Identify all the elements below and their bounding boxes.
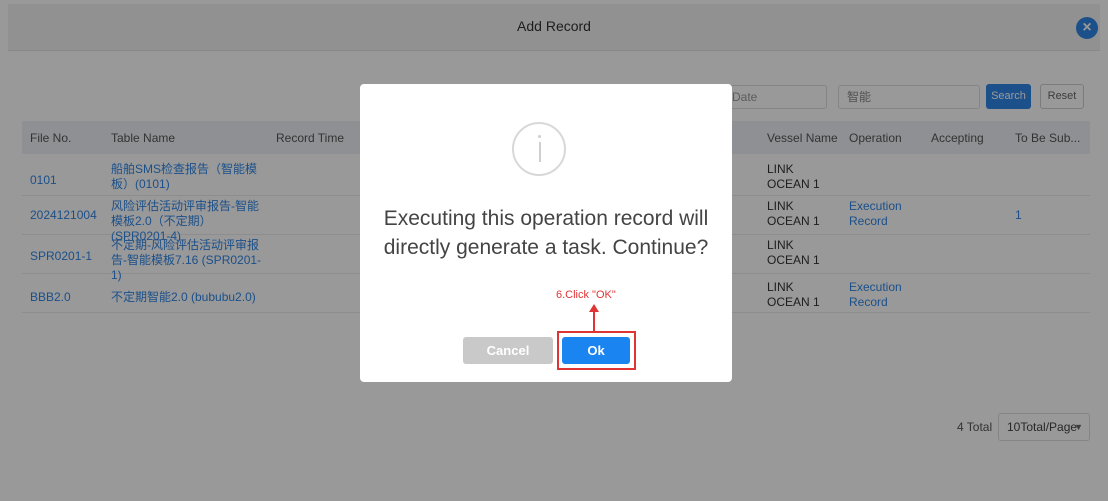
annotation-arrow-icon (589, 304, 599, 331)
confirm-message: Executing this operation record will dir… (383, 207, 709, 259)
info-icon (512, 122, 566, 176)
cancel-button[interactable]: Cancel (463, 337, 553, 364)
annotation-text: 6.Click "OK" (556, 289, 616, 301)
click-highlight-box (557, 331, 636, 370)
